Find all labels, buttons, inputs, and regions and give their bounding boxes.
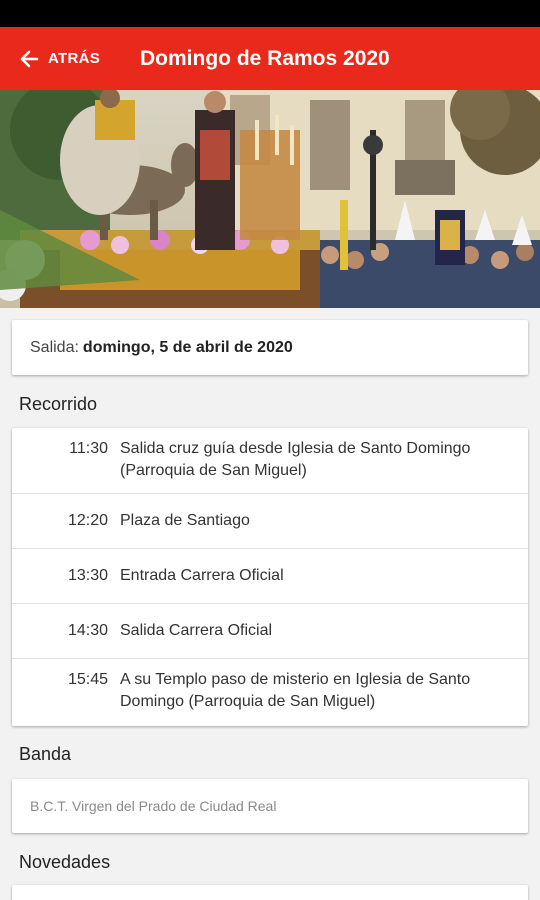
route-time: 15:45 <box>67 671 108 688</box>
route-time: 13:30 <box>67 567 108 584</box>
app-bar: ATRÁS Domingo de Ramos 2020 <box>0 27 540 90</box>
route-row: 11:30 Salida cruz guía desde Iglesia de … <box>12 428 528 494</box>
status-bar <box>0 0 540 27</box>
route-row: 14:30 Salida Carrera Oficial <box>12 604 528 659</box>
salida-label: Salida: <box>30 338 79 356</box>
back-label: ATRÁS <box>48 50 101 67</box>
route-list: 11:30 Salida cruz guía desde Iglesia de … <box>12 428 528 726</box>
hero-image <box>0 90 540 308</box>
banda-title: Banda <box>19 744 72 764</box>
route-row: 12:20 Plaza de Santiago <box>12 494 528 549</box>
route-row: 15:45 A su Templo paso de misterio en Ig… <box>12 659 528 726</box>
novedades-title: Novedades <box>19 852 111 872</box>
salida-card: Salida: domingo, 5 de abril de 2020 <box>12 320 528 375</box>
route-time: 14:30 <box>67 622 108 639</box>
banda-card: B.C.T. Virgen del Prado de Ciudad Real <box>12 779 528 833</box>
route-place: A su Templo paso de misterio en Iglesia … <box>120 671 471 710</box>
recorrido-title: Recorrido <box>19 394 98 414</box>
salida-date: domingo, 5 de abril de 2020 <box>82 338 293 356</box>
route-place: Entrada Carrera Oficial <box>120 567 284 584</box>
procession-photo-icon <box>0 90 540 308</box>
route-time: 12:20 <box>67 512 108 529</box>
novedades-card <box>12 885 528 900</box>
back-button[interactable]: ATRÁS <box>18 27 100 90</box>
route-place: Plaza de Santiago <box>120 512 250 529</box>
banda-name: B.C.T. Virgen del Prado de Ciudad Real <box>30 798 277 814</box>
route-place: Salida Carrera Oficial <box>120 622 273 639</box>
arrow-left-icon <box>18 48 40 70</box>
route-row: 13:30 Entrada Carrera Oficial <box>12 549 528 604</box>
page-title: Domingo de Ramos 2020 <box>140 47 390 70</box>
route-place: Salida cruz guía desde Iglesia de Santo … <box>120 440 471 479</box>
route-time: 11:30 <box>69 440 108 457</box>
